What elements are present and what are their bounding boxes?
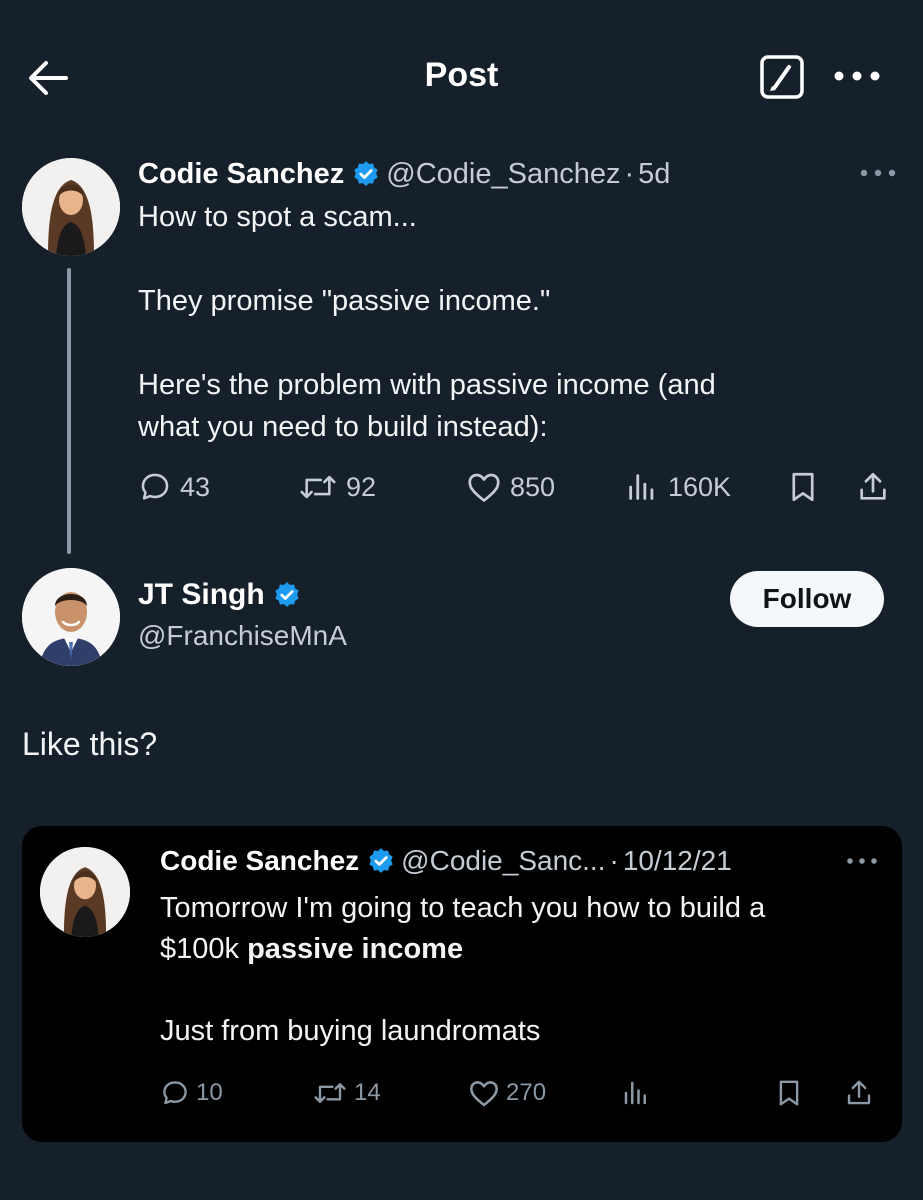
quoted-text-plain: $100k xyxy=(160,933,248,965)
like-count: 270 xyxy=(506,1079,547,1106)
post-text: How to spot a scam... They promise "pass… xyxy=(138,196,878,448)
quoted-text-line: Tomorrow I'm going to teach you how to b… xyxy=(160,892,766,924)
profile-photo-woman xyxy=(40,847,130,937)
post-header: Codie Sanchez @Codie_Sanchez · 5d xyxy=(138,154,670,194)
author-handle[interactable]: @Codie_Sanchez xyxy=(386,158,620,191)
profile-photo-man xyxy=(22,568,120,666)
repost-button[interactable]: 92 xyxy=(298,470,376,504)
share-button[interactable] xyxy=(856,470,898,504)
verified-badge-icon xyxy=(354,161,378,186)
avatar[interactable] xyxy=(22,158,120,256)
author-name[interactable]: Codie Sanchez xyxy=(138,158,344,191)
avatar[interactable] xyxy=(40,847,130,937)
quoted-share-button[interactable] xyxy=(844,1078,880,1108)
quoted-like-button[interactable]: 270 xyxy=(468,1078,546,1108)
post-text-line: Here's the problem with passive income (… xyxy=(138,369,716,401)
post-text-line xyxy=(138,238,878,280)
views-chart-icon xyxy=(629,474,654,500)
quoted-repost-button[interactable]: 14 xyxy=(312,1078,381,1108)
quoted-more-button[interactable] xyxy=(842,848,882,874)
repost-count: 14 xyxy=(354,1079,381,1106)
repost-count: 92 xyxy=(346,471,377,502)
compose-icon xyxy=(760,55,804,99)
heart-icon xyxy=(470,1081,498,1107)
views-chart-icon xyxy=(624,1081,646,1105)
more-horizontal-icon xyxy=(834,71,880,81)
more-horizontal-icon xyxy=(847,858,877,864)
like-count: 850 xyxy=(510,471,556,502)
post-more-button[interactable] xyxy=(856,158,900,188)
views-button[interactable]: 160K xyxy=(624,470,731,504)
post-time[interactable]: 10/12/21 xyxy=(623,845,732,877)
reply-text: Like this? xyxy=(22,726,158,762)
reply-button[interactable]: 43 xyxy=(138,470,210,504)
quoted-text-line xyxy=(160,970,880,1011)
reply-icon xyxy=(141,473,169,500)
author-handle[interactable]: @Codie_Sanc... xyxy=(401,845,605,877)
share-icon xyxy=(860,472,886,500)
post-text-line: They promise "passive income." xyxy=(138,285,551,317)
reply-icon xyxy=(163,1081,187,1105)
bookmark-icon xyxy=(779,1080,799,1106)
profile-photo-woman xyxy=(22,158,120,256)
quoted-views-button[interactable] xyxy=(620,1078,658,1108)
bookmark-button[interactable] xyxy=(786,470,828,504)
reply-count: 10 xyxy=(196,1079,223,1106)
quoted-post-header: Codie Sanchez @Codie_Sanc... · 10/12/21 xyxy=(160,842,732,880)
quoted-text-line: Just from buying laundromats xyxy=(160,1015,541,1047)
more-horizontal-icon xyxy=(860,169,896,177)
verified-badge-icon xyxy=(275,582,299,607)
post-time[interactable]: 5d xyxy=(638,158,670,191)
views-count: 160K xyxy=(668,471,732,502)
quoted-text-bold: passive income xyxy=(247,933,464,965)
author-handle[interactable]: @FranchiseMnA xyxy=(138,620,347,652)
author-name-row: JT Singh xyxy=(138,578,307,612)
author-name[interactable]: Codie Sanchez xyxy=(160,845,359,877)
verified-badge-icon xyxy=(369,848,393,873)
post-text-line: what you need to build instead): xyxy=(138,411,548,443)
separator-dot: · xyxy=(624,157,635,190)
avatar[interactable] xyxy=(22,568,120,666)
quoted-post-text: Tomorrow I'm going to teach you how to b… xyxy=(160,888,880,1052)
more-options-button[interactable] xyxy=(828,58,886,94)
compose-button[interactable] xyxy=(758,53,806,101)
repost-icon xyxy=(300,475,336,499)
quoted-bookmark-button[interactable] xyxy=(774,1078,810,1108)
heart-icon xyxy=(468,473,500,502)
quoted-reply-button[interactable]: 10 xyxy=(160,1078,223,1108)
follow-button[interactable]: Follow xyxy=(730,571,884,627)
like-button[interactable]: 850 xyxy=(466,470,555,504)
reply-count: 43 xyxy=(180,471,211,502)
quoted-text-line: $100k passive income xyxy=(160,929,880,970)
repost-icon xyxy=(314,1083,346,1103)
bookmark-icon xyxy=(792,472,814,502)
thread-line xyxy=(67,268,71,554)
post-text-line xyxy=(138,322,878,364)
author-name[interactable]: JT Singh xyxy=(138,578,265,612)
share-icon xyxy=(847,1080,871,1105)
post-text-line: How to spot a scam... xyxy=(138,201,417,233)
separator-dot: · xyxy=(609,845,619,876)
